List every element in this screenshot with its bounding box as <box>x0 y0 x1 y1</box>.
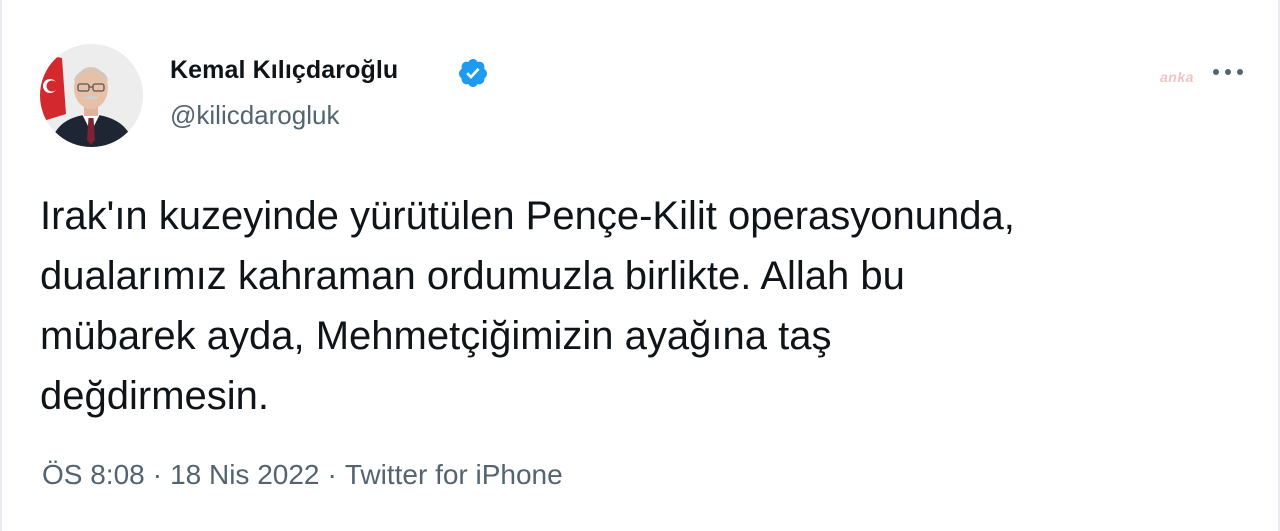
watermark-logo: anka <box>1160 69 1194 85</box>
tweet-metadata: ÖS 8:08 · 18 Nis 2022 · Twitter for iPhone <box>42 459 563 491</box>
more-options-icon[interactable] <box>1208 60 1248 84</box>
verified-badge-icon <box>458 59 487 87</box>
meta-separator: · <box>327 459 337 490</box>
tweet-card: Kemal Kılıçdaroğlu @kilicdarogluk anka I… <box>0 0 1280 531</box>
tweet-text: Irak'ın kuzeyinde yürütülen Pençe-Kilit … <box>40 186 1255 426</box>
meta-separator: · <box>152 459 163 490</box>
tweet-time[interactable]: ÖS 8:08 <box>42 459 145 490</box>
author-name[interactable]: Kemal Kılıçdaroğlu <box>170 56 398 85</box>
author-handle[interactable]: @kilicdarogluk <box>170 100 339 131</box>
tweet-text-line: değdirmesin. <box>40 374 270 418</box>
tweet-text-line: dualarımız kahraman ordumuzla birlikte. … <box>40 254 905 298</box>
tweet-text-line: mübarek ayda, Mehmetçiğimizin ayağına ta… <box>40 314 832 358</box>
tweet-date[interactable]: 18 Nis 2022 <box>170 459 319 490</box>
tweet-text-line: Irak'ın kuzeyinde yürütülen Pençe-Kilit … <box>40 194 1015 238</box>
avatar[interactable] <box>40 44 143 147</box>
tweet-source[interactable]: Twitter for iPhone <box>345 459 563 490</box>
avatar-photo <box>40 44 143 147</box>
